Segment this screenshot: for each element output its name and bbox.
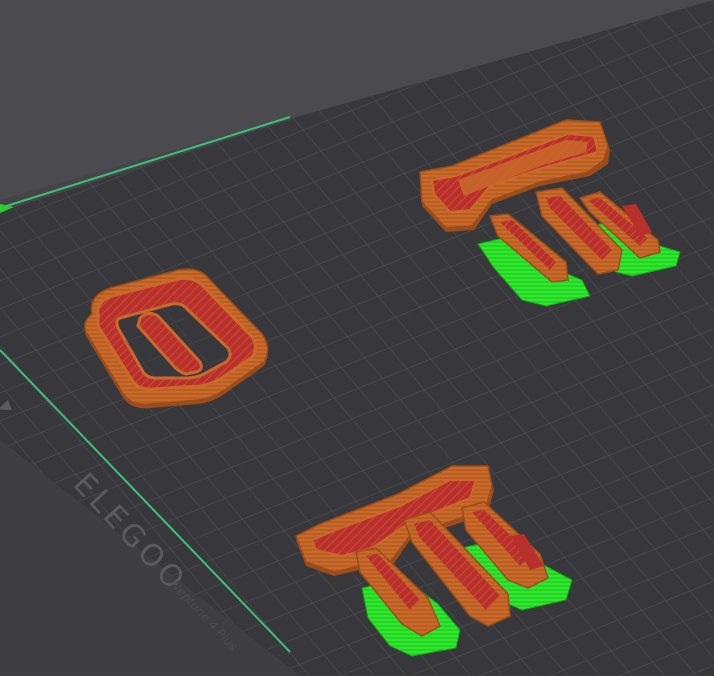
3d-viewport[interactable]: ELEGOO Neptune 4 Plus xyxy=(0,0,714,676)
build-plate-scene[interactable]: ELEGOO Neptune 4 Plus xyxy=(0,0,714,676)
